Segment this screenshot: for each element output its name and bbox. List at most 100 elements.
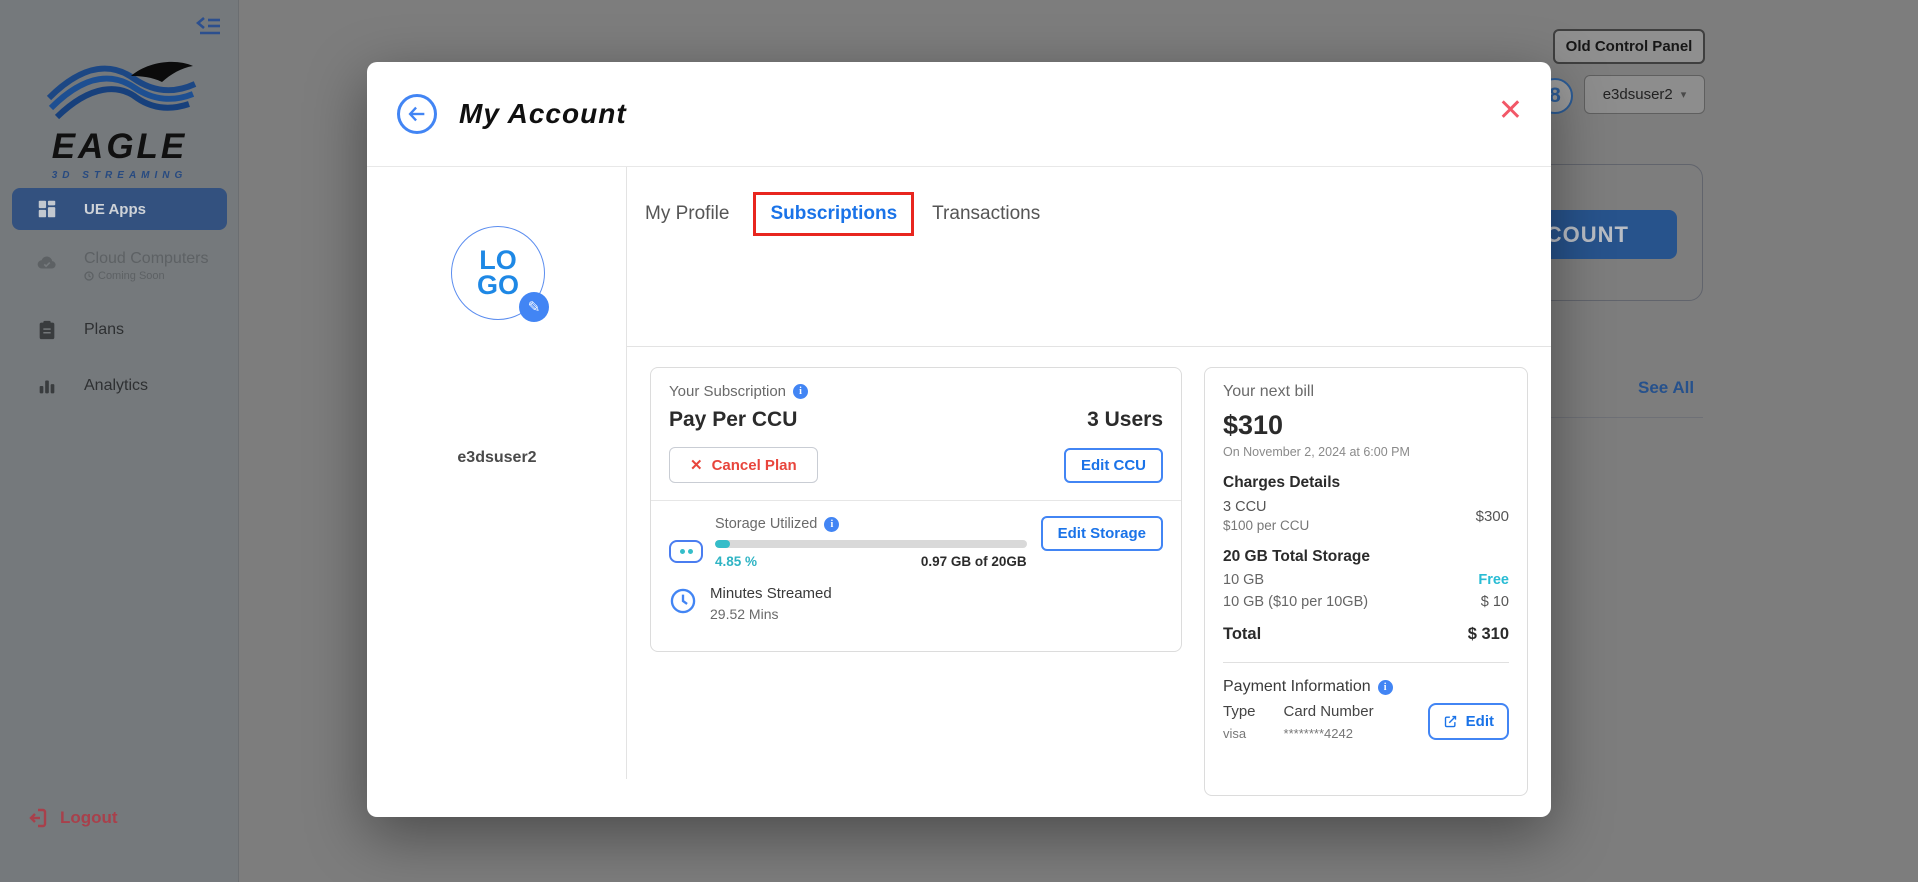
- storage-row: Storage Utilized i 4.85 % 0.97 GB of 20G…: [669, 516, 1163, 569]
- storage-percent: 4.85 %: [715, 554, 757, 569]
- x-icon: ✕: [690, 456, 703, 474]
- info-icon[interactable]: i: [793, 384, 808, 399]
- close-icon[interactable]: ✕: [1498, 96, 1523, 126]
- plan-users: 3 Users: [1087, 408, 1163, 432]
- minutes-label: Minutes Streamed: [710, 585, 832, 602]
- modal-header: My Account ✕: [367, 62, 1551, 167]
- modal-body: LO GO ✎ e3dsuser2 My Profile Subscriptio…: [367, 167, 1551, 816]
- bill-date: On November 2, 2024 at 6:00 PM: [1223, 445, 1509, 459]
- payment-type-value: visa: [1223, 726, 1256, 741]
- next-bill-card: Your next bill $310 On November 2, 2024 …: [1204, 367, 1528, 796]
- tab-my-profile[interactable]: My Profile: [645, 193, 729, 235]
- storage-progress-fill: [715, 540, 730, 548]
- total-label: Total: [1223, 625, 1261, 644]
- storage-stats: 4.85 % 0.97 GB of 20GB: [715, 554, 1027, 569]
- coming-soon-badge: Coming Soon: [84, 270, 209, 282]
- sidebar-nav: UE Apps Cloud Computers: [0, 188, 239, 408]
- subscription-section-label: Your Subscription i: [669, 383, 1163, 400]
- storage-free-value: Free: [1478, 572, 1509, 588]
- sidebar-collapse-icon[interactable]: [196, 14, 222, 38]
- old-control-panel-button[interactable]: Old Control Panel: [1553, 29, 1705, 64]
- sidebar-item-plans[interactable]: Plans: [0, 308, 239, 352]
- payment-type-label: Type: [1223, 703, 1256, 720]
- brand-name: EAGLE: [0, 127, 239, 167]
- minutes-value: 29.52 Mins: [710, 606, 832, 622]
- edit-ccu-button[interactable]: Edit CCU: [1064, 448, 1163, 483]
- card-divider: [651, 500, 1181, 501]
- payment-type: Type visa: [1223, 703, 1256, 741]
- account-content: My Profile Subscriptions Transactions Yo…: [627, 167, 1551, 816]
- eagle-logo-icon: [35, 50, 205, 128]
- storage-amount: 0.97 GB of 20GB: [921, 554, 1027, 569]
- brand-tagline: 3D STREAMING: [0, 170, 239, 181]
- total-value: $ 310: [1468, 625, 1509, 644]
- storage-paid-row: 10 GB ($10 per 10GB) $ 10: [1223, 594, 1509, 610]
- ccu-charge-row: 3 CCU $100 per CCU $300: [1223, 499, 1509, 533]
- bill-title: Your next bill: [1223, 383, 1509, 401]
- card-number-label: Card Number: [1284, 703, 1374, 720]
- tab-subscriptions[interactable]: Subscriptions: [770, 203, 897, 224]
- bill-divider: [1223, 662, 1509, 663]
- edit-storage-button[interactable]: Edit Storage: [1041, 516, 1163, 551]
- profile-avatar: LO GO ✎: [451, 226, 545, 320]
- sidebar-item-text: Cloud Computers Coming Soon: [84, 250, 209, 282]
- storage-free-row: 10 GB Free: [1223, 572, 1509, 588]
- minutes-row: Minutes Streamed 29.52 Mins: [669, 585, 1163, 622]
- storage-icon: [669, 540, 703, 563]
- modal-title: My Account: [459, 98, 627, 130]
- storage-charges-heading: 20 GB Total Storage: [1223, 548, 1509, 566]
- ccu-rate: $100 per CCU: [1223, 518, 1309, 533]
- edit-avatar-button[interactable]: ✎: [519, 292, 549, 322]
- sidebar-item-label: Plans: [84, 321, 124, 339]
- info-icon[interactable]: i: [1378, 680, 1393, 695]
- ccu-amount: $300: [1476, 508, 1509, 525]
- minutes-text: Minutes Streamed 29.52 Mins: [710, 585, 832, 622]
- apps-grid-icon: [36, 198, 58, 220]
- annotation-box: Subscriptions: [753, 192, 914, 236]
- page-background: EAGLE 3D STREAMING UE Apps: [0, 0, 1918, 882]
- logout-button[interactable]: Logout: [24, 806, 118, 830]
- bar-chart-icon: [36, 375, 58, 397]
- payment-card: Card Number ********4242: [1284, 703, 1374, 741]
- edit-icon: [1443, 714, 1458, 729]
- storage-progress-bar: [715, 540, 1027, 548]
- logout-icon: [24, 806, 48, 830]
- storage-paid-label: 10 GB ($10 per 10GB): [1223, 594, 1368, 610]
- arrow-left-icon: [406, 103, 428, 125]
- payment-info-row: Type visa Card Number ********4242: [1223, 703, 1509, 741]
- back-button[interactable]: [397, 94, 437, 134]
- user-dropdown[interactable]: e3dsuser2 ▾: [1584, 75, 1705, 114]
- edit-payment-button[interactable]: Edit: [1428, 703, 1509, 740]
- sidebar-item-ue-apps[interactable]: UE Apps: [12, 188, 227, 230]
- subscription-card: Your Subscription i Pay Per CCU 3 Users …: [650, 367, 1182, 652]
- cancel-plan-button[interactable]: ✕ Cancel Plan: [669, 447, 818, 483]
- storage-usage: Storage Utilized i 4.85 % 0.97 GB of 20G…: [715, 516, 1027, 569]
- plan-actions: ✕ Cancel Plan Edit CCU: [669, 447, 1163, 483]
- clipboard-icon: [36, 319, 58, 341]
- storage-paid-value: $ 10: [1481, 594, 1509, 610]
- payment-info-heading: Payment Information i: [1223, 678, 1509, 696]
- sidebar: EAGLE 3D STREAMING UE Apps: [0, 0, 239, 882]
- plan-row: Pay Per CCU 3 Users: [669, 408, 1163, 432]
- info-icon[interactable]: i: [824, 517, 839, 532]
- tabs-divider: [627, 346, 1551, 347]
- clock-small-icon: [84, 271, 94, 281]
- sidebar-item-analytics[interactable]: Analytics: [0, 364, 239, 408]
- sidebar-item-cloud-computers: Cloud Computers Coming Soon: [0, 244, 239, 296]
- brand-logo: EAGLE 3D STREAMING: [0, 50, 239, 181]
- profile-username: e3dsuser2: [367, 449, 627, 467]
- sidebar-item-label: UE Apps: [84, 201, 146, 218]
- cloud-icon: [36, 252, 58, 274]
- plan-name: Pay Per CCU: [669, 408, 797, 432]
- total-row: Total $ 310: [1223, 625, 1509, 644]
- tab-transactions[interactable]: Transactions: [932, 193, 1040, 235]
- ccu-count: 3 CCU: [1223, 499, 1309, 515]
- chevron-down-icon: ▾: [1681, 88, 1687, 101]
- sidebar-item-label: Cloud Computers: [84, 250, 209, 267]
- user-dropdown-label: e3dsuser2: [1603, 86, 1673, 103]
- storage-free-label: 10 GB: [1223, 572, 1264, 588]
- my-account-modal: My Account ✕ LO GO ✎ e3dsuser2: [367, 62, 1551, 817]
- charges-details-heading: Charges Details: [1223, 474, 1509, 492]
- card-number-value: ********4242: [1284, 726, 1374, 741]
- see-all-link[interactable]: See All: [1638, 378, 1694, 398]
